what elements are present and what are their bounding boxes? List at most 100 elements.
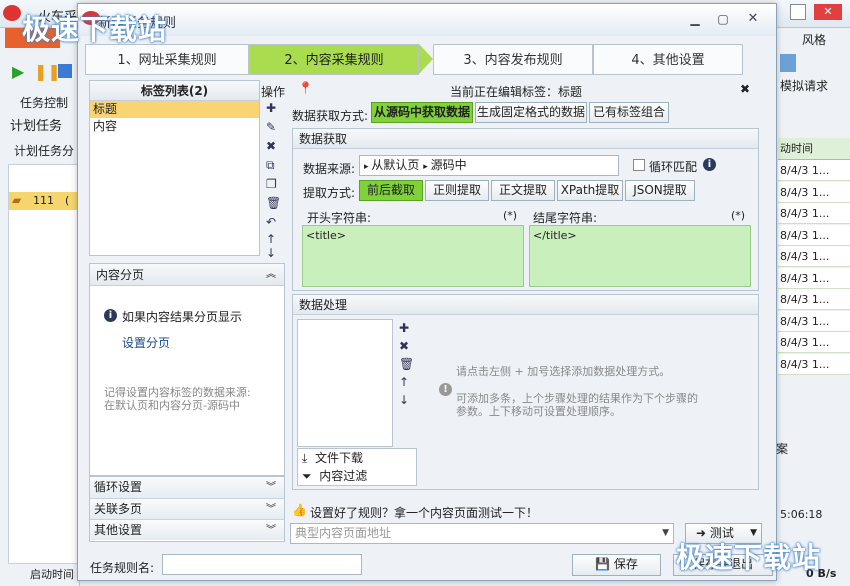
plan-task-tab[interactable]: 计划任务 (10, 115, 62, 134)
expand-icon[interactable]: ︾ (266, 520, 276, 541)
tag-item-content[interactable]: 内容 (90, 118, 259, 135)
move-up-icon[interactable]: ↑ (266, 232, 276, 246)
delete-icon[interactable]: ✖ (266, 139, 276, 153)
tag-list-header: 标签列表(2) (90, 81, 259, 101)
test-url-input[interactable]: 典型内容页面地址 ▼ (290, 523, 674, 544)
loop-match-checkbox[interactable] (633, 159, 645, 171)
get-mode-label: 数据获取方式: (292, 109, 369, 123)
time-row[interactable]: 8/4/3 1... (778, 203, 850, 224)
loop-settings-section[interactable]: 循环设置 ︾ (90, 477, 284, 498)
close-tag-icon[interactable]: ✖ (740, 82, 750, 96)
editing-label: 当前正在编辑标签：标题 (450, 85, 583, 99)
source-path-part2: 源码中 (430, 158, 467, 172)
content-paging-header[interactable]: 内容分页 ︽ (90, 264, 284, 286)
end-string-label: 结尾字符串: (533, 211, 598, 225)
rule-name-input[interactable] (162, 554, 362, 575)
extract-before-after[interactable]: 前后截取 (359, 180, 423, 201)
step-content-rules[interactable]: 2、内容采集规则 (249, 44, 419, 75)
mode-combine-tags[interactable]: 已有标签组合 (589, 102, 669, 123)
undo-icon[interactable]: ↶ (266, 215, 276, 229)
paste-icon[interactable]: ❐ (266, 177, 277, 191)
content-paging-title: 内容分页 (96, 268, 145, 282)
step-chevron-icon (419, 44, 433, 74)
save-button[interactable]: 💾 保存 (572, 554, 661, 576)
rule-name-label: 任务规则名: (90, 561, 155, 575)
info-icon[interactable]: i (703, 158, 716, 171)
extract-regex[interactable]: 正则提取 (425, 180, 489, 201)
move-down-icon[interactable]: ↓ (399, 393, 409, 407)
stop-icon[interactable] (58, 64, 72, 78)
related-pages-section[interactable]: 关联多页 ︾ (90, 498, 284, 519)
paging-note-line2: 在默认页和内容分页-源码中 (104, 399, 240, 412)
move-up-icon[interactable]: ↑ (399, 375, 409, 389)
play-icon[interactable]: ▶ (12, 62, 24, 81)
time-row[interactable]: 8/4/3 1... (778, 353, 850, 375)
process-list[interactable] (297, 319, 393, 447)
data-process-header: 数据处理 (293, 295, 758, 315)
clock-label: 5:06:18 (780, 508, 823, 521)
warning-icon: ! (439, 383, 452, 396)
copy-icon[interactable]: ⧉ (266, 158, 275, 173)
time-row[interactable]: 8/4/3 1... (778, 181, 850, 203)
expand-icon[interactable]: ︾ (266, 477, 276, 498)
maximize-icon[interactable]: ▢ (711, 10, 735, 28)
trash-icon[interactable]: 🗑 (399, 357, 414, 371)
source-path-part1: 从默认页 (371, 158, 420, 172)
time-row[interactable]: 8/4/3 1... (778, 267, 850, 289)
other-settings-section[interactable]: 其他设置 ︾ (90, 519, 284, 540)
set-paging-link[interactable]: 设置分页 (122, 334, 170, 351)
trash-icon[interactable]: 🗑 (266, 196, 281, 210)
ops-label: 操作 (261, 85, 286, 99)
settings-accordion: 循环设置 ︾ 关联多页 ︾ 其他设置 ︾ (89, 476, 285, 542)
plan-task-column[interactable]: 计划任务分 (14, 142, 74, 159)
delete-icon[interactable]: ✖ (399, 339, 409, 353)
pause-icon[interactable]: ❚❚ (34, 62, 61, 81)
bg-close-icon[interactable]: ✕ (814, 4, 842, 20)
dropdown-icon[interactable]: ▼ (662, 524, 669, 543)
time-row[interactable]: 8/4/3 1... (778, 160, 850, 181)
menu-file-download[interactable]: ⤓ 文件下载 (298, 449, 416, 467)
add-icon[interactable]: ✚ (399, 321, 409, 335)
mode-fixed-format[interactable]: 生成固定格式的数据 (475, 102, 587, 123)
extract-main-text[interactable]: 正文提取 (491, 180, 555, 201)
menu-content-filter[interactable]: ⏷ 内容过滤 (298, 467, 416, 485)
chevron-right-icon: ▸ (423, 162, 431, 172)
tag-item-title[interactable]: 标题 (90, 101, 259, 118)
move-down-icon[interactable]: ↓ (266, 246, 276, 260)
add-icon[interactable]: ✚ (266, 101, 276, 115)
expand-icon[interactable]: ︾ (266, 499, 276, 520)
edit-icon[interactable]: ✎ (266, 120, 276, 134)
dialog-titlebar: 新建任务规则 ▁ ▢ ✕ (78, 4, 776, 36)
time-row[interactable]: 8/4/3 1... (778, 310, 850, 332)
source-path[interactable]: ▸ 从默认页 ▸ 源码中 (359, 155, 619, 176)
end-string-input[interactable]: </title> (529, 225, 751, 287)
app-logo-icon (3, 5, 21, 21)
minimize-icon[interactable]: ▁ (683, 10, 707, 28)
time-row[interactable]: 8/4/3 1... (778, 224, 850, 246)
time-row[interactable]: 8/4/3 1... (778, 246, 850, 267)
step-url-rules[interactable]: 1、网址采集规则 (85, 44, 249, 75)
style-menu[interactable]: 风格 (802, 31, 826, 48)
step-publish-rules[interactable]: 3、内容发布规则 (433, 44, 593, 75)
loop-match-label: 循环匹配 (649, 160, 698, 174)
thumb-icon: 👍 (292, 503, 307, 517)
time-row[interactable]: 8/4/3 1... (778, 289, 850, 310)
time-row[interactable]: 8/4/3 1... (778, 332, 850, 353)
data-get-panel: 数据获取 数据来源: ▸ 从默认页 ▸ 源码中 循环匹配 i 提取方式: 前后截… (292, 128, 759, 291)
watermark-bottom-right: 极速下载站 (676, 541, 822, 574)
file-download-label: 文件下载 (314, 451, 363, 465)
start-string-input[interactable]: <title> (302, 225, 524, 287)
simulate-request-label[interactable]: 模拟请求 (780, 77, 828, 94)
collapse-icon[interactable]: ︽ (266, 264, 276, 286)
side-text: 案 (776, 442, 789, 456)
editing-header: 📍 当前正在编辑标签：标题 ✖ (292, 80, 758, 100)
mode-from-source[interactable]: 从源码中获取数据 (371, 102, 473, 123)
close-icon[interactable]: ✕ (741, 10, 765, 28)
time-column-header[interactable]: 动时间 (778, 138, 850, 160)
step-other-settings[interactable]: 4、其他设置 (593, 44, 743, 75)
bg-restore-icon[interactable] (790, 4, 806, 20)
process-add-menu: ⤓ 文件下载 ⏷ 内容过滤 (297, 448, 417, 486)
extract-json[interactable]: JSON提取 (625, 180, 695, 201)
list-item[interactable]: ▰ 111 ( (9, 192, 81, 210)
extract-xpath[interactable]: XPath提取 (557, 180, 623, 201)
